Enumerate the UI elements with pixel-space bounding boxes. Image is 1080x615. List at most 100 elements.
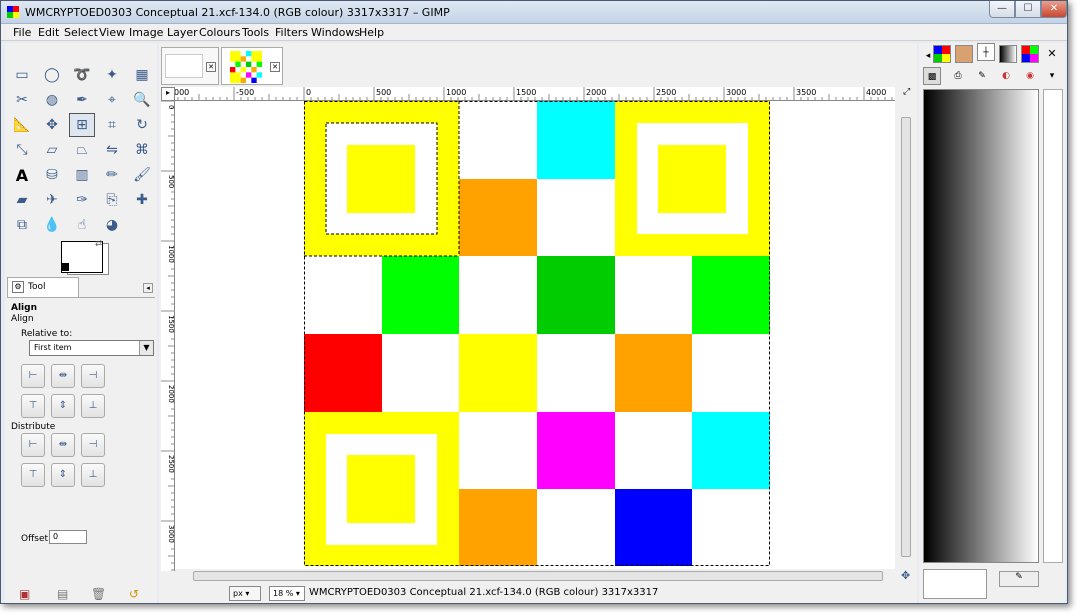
default-colors-icon[interactable] <box>61 263 69 271</box>
align-center-horizontal-button[interactable]: ⇹ <box>51 364 75 388</box>
horizontal-scroll-thumb[interactable] <box>193 571 883 581</box>
menu-filters[interactable]: Filters <box>275 26 308 39</box>
menu-tools[interactable]: Tools <box>242 26 269 39</box>
printer-icon[interactable]: ⎙ <box>949 67 967 85</box>
image-canvas[interactable] <box>175 101 895 571</box>
maximize-button[interactable]: ☐ <box>1015 1 1041 18</box>
ink-icon[interactable]: ✑ <box>69 188 95 212</box>
patterns-icon[interactable]: ◐ <box>997 67 1015 85</box>
layers-tab-icon[interactable] <box>955 45 973 63</box>
save-options-icon[interactable]: ▣ <box>19 587 30 601</box>
align-bottom-edge-button[interactable]: ⊥ <box>81 394 105 418</box>
close-icon[interactable]: ✕ <box>1043 45 1061 63</box>
blur-icon[interactable]: 💧 <box>39 213 65 237</box>
align-left-edge-button[interactable]: ⊢ <box>21 364 45 388</box>
chevron-down-icon[interactable]: ▾ <box>1043 67 1061 85</box>
heal-icon[interactable]: ✚ <box>129 188 155 212</box>
menu-windows[interactable]: Windows <box>311 26 360 39</box>
scissors-icon[interactable]: ✂ <box>9 88 35 112</box>
align-icon[interactable]: ⊞ <box>69 113 95 137</box>
delete-options-icon[interactable]: 🗑 <box>91 587 106 601</box>
gradient-preview[interactable] <box>923 89 1039 563</box>
quick-mask-corner-icon[interactable]: ▸ <box>161 87 175 101</box>
close-icon[interactable]: ✕ <box>270 62 280 72</box>
flip-icon[interactable]: ⇋ <box>99 138 125 162</box>
dodge-burn-icon[interactable]: ◕ <box>99 213 125 237</box>
reset-options-icon[interactable]: ↺ <box>129 587 139 601</box>
align-middle-vertical-button[interactable]: ⇕ <box>51 394 75 418</box>
unit-select[interactable]: px ▾ <box>229 586 261 601</box>
vertical-scroll-thumb[interactable] <box>901 117 911 557</box>
align-top-edge-button[interactable]: ⊤ <box>21 394 45 418</box>
palettes-tab-icon[interactable] <box>1021 45 1039 63</box>
color-picker-icon[interactable]: ⌖ <box>99 88 125 112</box>
pencil-icon[interactable]: ✏ <box>99 163 125 187</box>
images-tab-icon[interactable] <box>933 45 951 63</box>
fonts-icon[interactable]: ◉ <box>1021 67 1039 85</box>
paintbrush-icon[interactable]: 🖌 <box>129 163 155 187</box>
canvas[interactable] <box>175 101 895 571</box>
vertical-scrollbar[interactable] <box>899 101 913 571</box>
menu-select[interactable]: Select <box>64 26 98 39</box>
rect-select-icon[interactable]: ▭ <box>9 63 35 87</box>
restore-options-icon[interactable]: ▤ <box>57 587 68 601</box>
foreground-select-icon[interactable]: ◍ <box>39 88 65 112</box>
vertical-ruler[interactable]: 0 500 1000 1500 2000 2500 3000 <box>161 101 175 571</box>
ellipse-select-icon[interactable]: ◯ <box>39 63 65 87</box>
menu-help[interactable]: Help <box>359 26 384 39</box>
smudge-icon[interactable]: ☝ <box>69 213 95 237</box>
align-right-edge-button[interactable]: ⊣ <box>81 364 105 388</box>
zoom-icon[interactable]: 🔍 <box>129 88 155 112</box>
eraser-icon[interactable]: ▰ <box>9 188 35 212</box>
distribute-left-button[interactable]: ⊢ <box>21 433 45 457</box>
measure-icon[interactable]: 📐 <box>9 113 35 137</box>
offset-spinner[interactable]: 0 <box>49 530 87 544</box>
paths-icon[interactable]: ✒ <box>69 88 95 112</box>
device-status-icon[interactable]: ▩ <box>923 67 941 85</box>
lasso-icon[interactable]: ➰ <box>69 63 95 87</box>
rotate-icon[interactable]: ↻ <box>129 113 155 137</box>
text-icon[interactable]: A <box>9 163 35 187</box>
tab-image-1[interactable]: ✕ <box>161 47 219 85</box>
color-swatch-preview[interactable] <box>923 569 987 599</box>
select-by-color-icon[interactable]: ▦ <box>129 63 155 87</box>
gradients-tab-icon[interactable] <box>999 45 1017 63</box>
move-icon[interactable]: ✥ <box>39 113 65 137</box>
fuzzy-select-icon[interactable]: ✦ <box>99 63 125 87</box>
scale-icon[interactable]: ⤡ <box>9 138 35 162</box>
distribute-center-button[interactable]: ⇹ <box>51 433 75 457</box>
minimize-button[interactable]: — <box>989 1 1015 18</box>
zoom-to-fit-icon[interactable]: ⤢ <box>903 87 913 99</box>
close-button[interactable]: ✕ <box>1041 1 1067 18</box>
bucket-fill-icon[interactable]: ⛁ <box>39 163 65 187</box>
perspective-icon[interactable]: ⏢ <box>69 138 95 162</box>
menu-edit[interactable]: Edit <box>38 26 59 39</box>
menu-layer[interactable]: Layer <box>167 26 198 39</box>
menu-image[interactable]: Image <box>129 26 163 39</box>
close-icon[interactable]: ✕ <box>206 62 216 72</box>
distribute-bottom-button[interactable]: ⊥ <box>81 463 105 487</box>
zoom-select[interactable]: 18 % ▾ <box>269 586 305 601</box>
tab-tool-options[interactable]: ⚙ Tool Options <box>7 277 79 311</box>
distribute-right-button[interactable]: ⊣ <box>81 433 105 457</box>
dock-menu-icon[interactable]: ◂ <box>143 283 153 293</box>
relative-to-select[interactable]: First item ▼ <box>29 340 154 356</box>
edit-icon[interactable]: ✎ <box>999 571 1039 587</box>
clone-icon[interactable]: ⎘ <box>99 188 125 212</box>
blend-icon[interactable]: ▥ <box>69 163 95 187</box>
brushes-icon[interactable]: ✎ <box>973 67 991 85</box>
distribute-top-button[interactable]: ⊤ <box>21 463 45 487</box>
shear-icon[interactable]: ▱ <box>39 138 65 162</box>
distribute-middle-button[interactable]: ⇕ <box>51 463 75 487</box>
horizontal-scrollbar[interactable] <box>175 569 897 583</box>
paths-tab-icon[interactable]: ┼ <box>977 43 995 61</box>
swap-colors-icon[interactable]: ⇄ <box>95 239 103 249</box>
cage-icon[interactable]: ⌘ <box>129 138 155 162</box>
crop-icon[interactable]: ⌗ <box>99 113 125 137</box>
menu-file[interactable]: File <box>13 26 31 39</box>
tab-image-2[interactable]: ✕ <box>221 47 283 85</box>
gradient-list-scrollbar[interactable] <box>1043 89 1063 563</box>
navigate-icon[interactable]: ✥ <box>901 569 910 582</box>
menu-colours[interactable]: Colours <box>199 26 240 39</box>
airbrush-icon[interactable]: ✈ <box>39 188 65 212</box>
